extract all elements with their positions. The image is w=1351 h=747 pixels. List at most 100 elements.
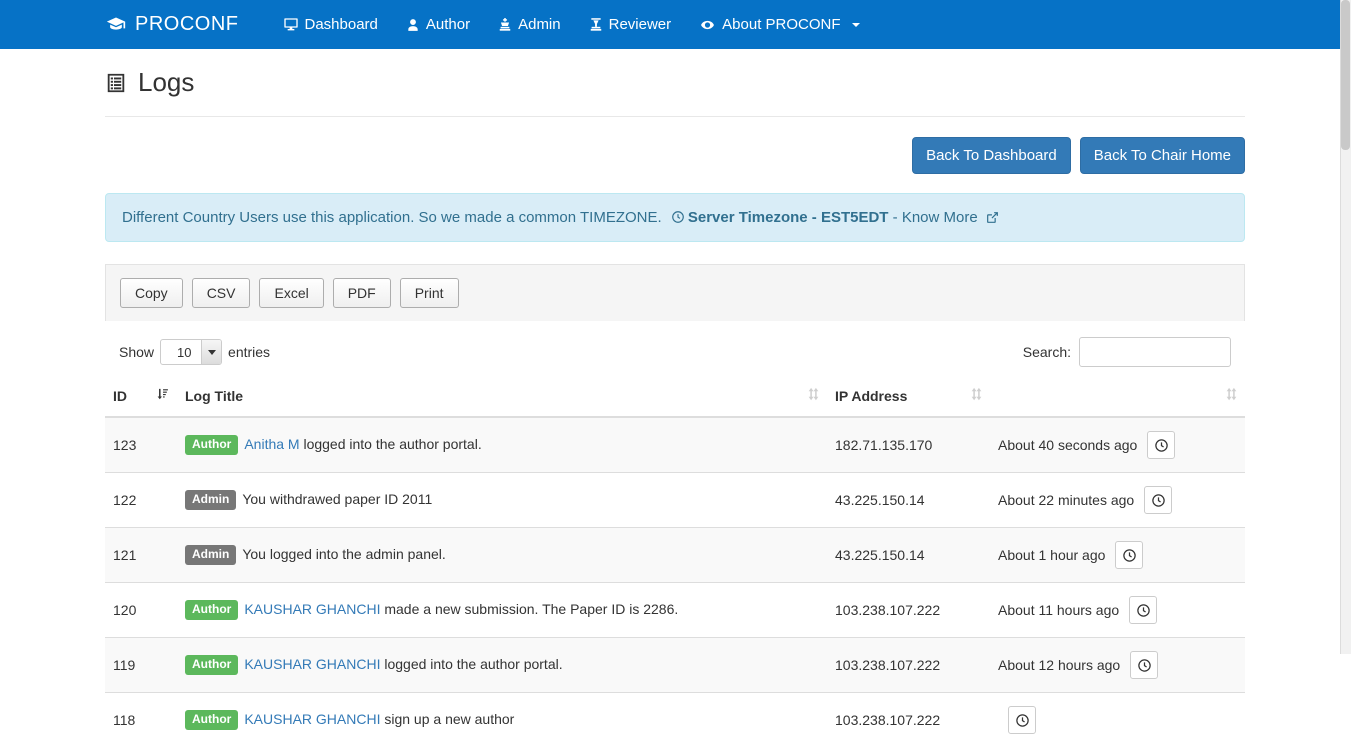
log-message-text: made a new submission. The Paper ID is 2… <box>380 601 678 617</box>
cell-ip-address: 43.225.150.14 <box>827 473 990 528</box>
relative-timestamp: About 12 hours ago <box>998 657 1120 673</box>
server-timezone-label: Server Timezone - EST5EDT <box>688 209 889 226</box>
clock-icon-button[interactable] <box>1115 541 1143 569</box>
navbar-links: Dashboard Author Admin <box>269 0 874 49</box>
page-action-buttons: Back To Dashboard Back To Chair Home <box>105 137 1245 174</box>
search-input[interactable] <box>1079 337 1231 367</box>
nav-link-author[interactable]: Author <box>392 0 484 49</box>
nav-label-author: Author <box>426 16 470 33</box>
chevron-down-icon <box>852 23 860 27</box>
navbar-brand[interactable]: PROCONF <box>105 13 239 36</box>
sort-icon <box>808 387 819 404</box>
search-label: Search: <box>1023 344 1071 360</box>
excel-button[interactable]: Excel <box>259 278 323 308</box>
log-message-text: logged into the author portal. <box>300 436 482 452</box>
clock-icon-button[interactable] <box>1129 596 1157 624</box>
copy-button[interactable]: Copy <box>120 278 183 308</box>
cell-ip-address: 103.238.107.222 <box>827 693 990 747</box>
cell-time: About 1 hour ago <box>990 528 1245 583</box>
cell-time: About 12 hours ago <box>990 638 1245 693</box>
nav-link-reviewer[interactable]: Reviewer <box>575 0 686 49</box>
log-message-text: logged into the author portal. <box>380 656 562 672</box>
nav-label-reviewer: Reviewer <box>609 16 672 33</box>
sort-icon <box>971 387 982 404</box>
print-button[interactable]: Print <box>400 278 459 308</box>
column-header-time[interactable] <box>990 377 1245 417</box>
logs-table: ID Log <box>105 377 1245 747</box>
cell-id: 120 <box>105 583 177 638</box>
cell-log-title: AuthorAnitha M logged into the author po… <box>177 417 827 473</box>
cell-ip-address: 103.238.107.222 <box>827 583 990 638</box>
log-message-text: sign up a new author <box>380 711 514 727</box>
relative-timestamp: About 40 seconds ago <box>998 437 1137 453</box>
column-header-id[interactable]: ID <box>105 377 177 417</box>
cell-log-title: AdminYou logged into the admin panel. <box>177 528 827 583</box>
back-to-dashboard-button[interactable]: Back To Dashboard <box>912 137 1071 174</box>
entries-length-control: Show 10 25 50 100 entries <box>119 339 270 365</box>
column-header-ip-address[interactable]: IP Address <box>827 377 990 417</box>
cell-ip-address: 43.225.150.14 <box>827 528 990 583</box>
page-length-select-wrapper: 10 25 50 100 <box>160 339 222 365</box>
table-header-row: ID Log <box>105 377 1245 417</box>
table-row: 120 Author KAUSHAR GHANCHI made a new subm… <box>105 583 1245 638</box>
clock-icon <box>671 210 685 224</box>
chess-queen-icon <box>589 16 603 33</box>
column-label-ip-address: IP Address <box>835 388 907 404</box>
logs-table-head: ID Log <box>105 377 1245 417</box>
cell-time <box>990 693 1245 747</box>
time-cell-wrapper <box>998 706 1237 734</box>
log-user-link[interactable]: KAUSHAR GHANCHI <box>244 711 380 727</box>
column-label-log-title: Log Title <box>185 388 243 404</box>
user-icon <box>406 17 420 33</box>
desktop-icon <box>283 17 299 33</box>
clock-icon-button[interactable] <box>1130 651 1158 679</box>
time-cell-wrapper: About 40 seconds ago <box>998 431 1237 459</box>
alert-text: Different Country Users use this applica… <box>122 209 662 226</box>
know-more-link[interactable]: Know More <box>902 209 978 226</box>
sort-icon <box>1226 387 1237 404</box>
back-to-chair-home-button[interactable]: Back To Chair Home <box>1080 137 1245 174</box>
clock-icon-button[interactable] <box>1147 431 1175 459</box>
table-row: 121AdminYou logged into the admin panel.… <box>105 528 1245 583</box>
table-row: 119AuthorKAUSHAR GHANCHI logged into the… <box>105 638 1245 693</box>
time-cell-wrapper: About 12 hours ago <box>998 651 1237 679</box>
pdf-button[interactable]: PDF <box>333 278 391 308</box>
page-title: Logs <box>138 67 194 98</box>
eye-icon <box>699 18 716 32</box>
role-badge: Author <box>185 600 238 620</box>
cell-id: 118 <box>105 693 177 747</box>
external-link-icon[interactable] <box>986 211 999 224</box>
timezone-alert: Different Country Users use this applica… <box>105 193 1245 242</box>
cell-id: 122 <box>105 473 177 528</box>
alert-separator: - <box>893 209 898 226</box>
clock-icon-button[interactable] <box>1008 706 1036 734</box>
cell-log-title: AuthorKAUSHAR GHANCHI sign up a new auth… <box>177 693 827 747</box>
logs-table-body: 123AuthorAnitha M logged into the author… <box>105 417 1245 747</box>
clock-icon-button[interactable] <box>1144 486 1172 514</box>
page-scrollbar[interactable] <box>1340 0 1351 654</box>
cell-log-title: Author KAUSHAR GHANCHI logged into the au… <box>177 638 827 693</box>
nav-link-about-proconf[interactable]: About PROCONF <box>685 0 873 49</box>
nav-link-dashboard[interactable]: Dashboard <box>269 0 392 49</box>
time-cell-wrapper: About 1 hour ago <box>998 541 1237 569</box>
time-cell-wrapper: About 22 minutes ago <box>998 486 1237 514</box>
table-row: 123AuthorAnitha M logged into the author… <box>105 417 1245 473</box>
cell-log-title: AdminYou withdrawed paper ID 2011 <box>177 473 827 528</box>
scrollbar-thumb[interactable] <box>1341 0 1350 150</box>
log-user-link[interactable]: KAUSHAR GHANCHI <box>244 656 380 672</box>
csv-button[interactable]: CSV <box>192 278 251 308</box>
log-message-text: You withdrawed paper ID 2011 <box>242 491 432 507</box>
cell-time: About 11 hours ago <box>990 583 1245 638</box>
nav-label-admin: Admin <box>518 16 561 33</box>
page-length-select[interactable]: 10 25 50 100 <box>160 339 222 365</box>
cell-ip-address: 182.71.135.170 <box>827 417 990 473</box>
role-badge: Author <box>185 655 238 675</box>
table-row: 122AdminYou withdrawed paper ID 201143.2… <box>105 473 1245 528</box>
log-user-link[interactable]: KAUSHAR GHANCHI <box>244 601 380 617</box>
sort-amount-desc-icon <box>156 387 169 404</box>
relative-timestamp: About 1 hour ago <box>998 547 1105 563</box>
list-alt-icon <box>105 72 127 94</box>
log-user-link[interactable]: Anitha M <box>244 436 299 452</box>
nav-link-admin[interactable]: Admin <box>484 0 575 49</box>
column-header-log-title[interactable]: Log Title <box>177 377 827 417</box>
